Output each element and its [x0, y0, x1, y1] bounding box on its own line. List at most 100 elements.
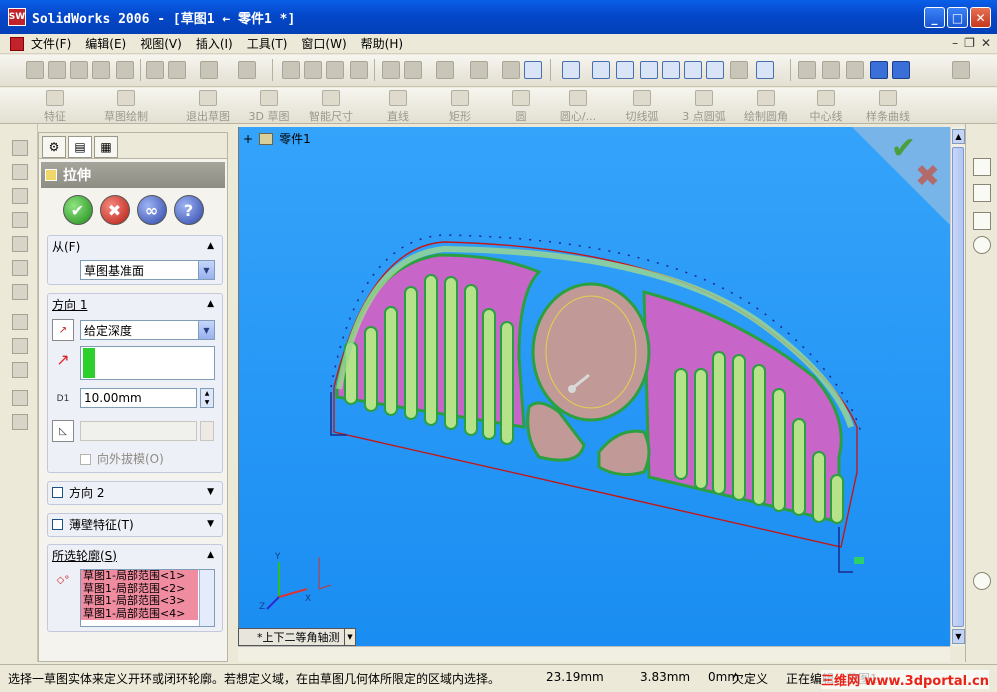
- tool-feature[interactable]: 特征: [40, 90, 70, 124]
- minimize-button[interactable]: _: [924, 7, 945, 28]
- mass-props-icon[interactable]: [470, 61, 488, 79]
- zoom-selection-icon[interactable]: [662, 61, 680, 79]
- chevron-down-icon[interactable]: ▼: [198, 261, 214, 279]
- ok-button[interactable]: ✔: [62, 195, 93, 225]
- hidden-lines-removed-icon[interactable]: [846, 61, 864, 79]
- standard-views-icon[interactable]: [756, 61, 774, 79]
- collapse-arrow-icon[interactable]: ▲: [207, 241, 214, 251]
- open-icon[interactable]: [48, 61, 66, 79]
- end-condition-select[interactable]: 给定深度 ▼: [80, 320, 215, 340]
- view-orientation-tab[interactable]: *上下二等角轴测 ▼: [238, 628, 356, 646]
- menu-insert[interactable]: 插入(I): [189, 35, 240, 52]
- options-icon[interactable]: [404, 61, 422, 79]
- fillet-icon[interactable]: [12, 284, 28, 300]
- view-orientation-icon[interactable]: [952, 61, 970, 79]
- part-model[interactable]: Y X Z: [239, 127, 950, 646]
- file-explorer-icon[interactable]: [973, 212, 991, 230]
- redo-icon[interactable]: [238, 61, 256, 79]
- selected-contours-header[interactable]: 所选轮廓(S) ▲: [48, 545, 222, 565]
- from-select[interactable]: 草图基准面 ▼: [80, 260, 215, 280]
- tool-line[interactable]: 直线: [380, 90, 416, 124]
- shaded-icon[interactable]: [892, 61, 910, 79]
- help-icon[interactable]: [524, 61, 542, 79]
- cancel-button[interactable]: ✖: [99, 195, 130, 225]
- menu-view[interactable]: 视图(V): [133, 35, 189, 52]
- tool-tangent-arc[interactable]: 切线弧: [620, 90, 664, 124]
- 3d-icon[interactable]: [116, 61, 134, 79]
- menu-tools[interactable]: 工具(T): [240, 35, 295, 52]
- scroll-down-icon[interactable]: ▼: [952, 629, 965, 644]
- collapse-pane-icon[interactable]: [973, 236, 991, 254]
- tool-3point-arc[interactable]: 3 点圆弧: [676, 90, 732, 124]
- doc-minimize-icon[interactable]: –: [952, 36, 958, 50]
- pan-icon[interactable]: [706, 61, 724, 79]
- revolve-icon[interactable]: [12, 164, 28, 180]
- close-button[interactable]: ✕: [970, 7, 991, 28]
- collapse-arrow-icon[interactable]: ▲: [207, 550, 214, 560]
- cut-icon[interactable]: [146, 61, 164, 79]
- cut-revolve-icon[interactable]: [12, 260, 28, 276]
- reverse-direction-icon[interactable]: ↗: [52, 319, 74, 341]
- zoom-fit-icon[interactable]: [592, 61, 610, 79]
- thin-feature-group[interactable]: 薄壁特征(T) ▼: [47, 513, 223, 537]
- zoom-area-icon[interactable]: [616, 61, 634, 79]
- point-icon[interactable]: [12, 362, 28, 378]
- undo-icon[interactable]: [200, 61, 218, 79]
- list-scrollbar[interactable]: [199, 570, 214, 626]
- tool-circle[interactable]: 圆: [506, 90, 536, 124]
- previous-view-icon[interactable]: [730, 61, 748, 79]
- document-icon[interactable]: [10, 36, 24, 51]
- select-icon[interactable]: [282, 61, 300, 79]
- sketch-tool-icon[interactable]: [326, 61, 344, 79]
- menu-window[interactable]: 窗口(W): [294, 35, 353, 52]
- hidden-lines-visible-icon[interactable]: [822, 61, 840, 79]
- direction-vector-field[interactable]: [80, 346, 215, 380]
- solidworks-resources-icon[interactable]: [973, 158, 991, 176]
- horizontal-scrollbar[interactable]: [238, 646, 950, 662]
- list-item[interactable]: 草图1-局部范围<4>: [81, 607, 198, 620]
- cut-extrude-icon[interactable]: [12, 236, 28, 252]
- tool-3d-sketch[interactable]: 3D 草图: [244, 90, 294, 124]
- reference-axis-icon[interactable]: [12, 338, 28, 354]
- feature-manager-tab-icon[interactable]: ⚙: [42, 136, 66, 158]
- menu-help[interactable]: 帮助(H): [354, 35, 410, 52]
- direction2-group[interactable]: 方向 2 ▼: [47, 481, 223, 505]
- pattern-icon[interactable]: [12, 414, 28, 430]
- direction1-group-header[interactable]: 方向 1 ▲: [48, 294, 222, 314]
- copy-icon[interactable]: [168, 61, 186, 79]
- print-icon[interactable]: [92, 61, 110, 79]
- zoom-inout-icon[interactable]: [640, 61, 658, 79]
- draft-icon[interactable]: ◺: [52, 420, 74, 442]
- help-button[interactable]: ?: [173, 195, 204, 225]
- tool-exit-sketch[interactable]: 退出草图: [180, 90, 236, 124]
- library-icon[interactable]: [502, 61, 520, 79]
- tool-smart-dimension[interactable]: 智能尺寸: [302, 90, 360, 124]
- save-icon[interactable]: [70, 61, 88, 79]
- from-group-header[interactable]: 从(F) ▲: [48, 236, 222, 256]
- new-icon[interactable]: [26, 61, 44, 79]
- contours-listbox[interactable]: 草图1-局部范围<1> 草图1-局部范围<2> 草图1-局部范围<3> 草图1-…: [80, 569, 215, 627]
- doc-close-icon[interactable]: ✕: [981, 36, 991, 50]
- graphics-area[interactable]: + 零件1 ✔ ✖ Y X Z: [238, 127, 950, 646]
- thin-feature-checkbox[interactable]: [52, 518, 63, 530]
- expand-arrow-icon[interactable]: ▼: [207, 519, 214, 529]
- tool-centerline[interactable]: 中心线: [804, 90, 848, 124]
- wireframe-icon[interactable]: [798, 61, 816, 79]
- vertical-scrollbar[interactable]: ▲ ▼: [950, 127, 965, 646]
- shell-icon[interactable]: [12, 390, 28, 406]
- menu-file[interactable]: 文件(F): [24, 35, 78, 52]
- sweep-icon[interactable]: [12, 188, 28, 204]
- depth-spinner[interactable]: ▲ ▼: [200, 388, 214, 408]
- property-manager-tab-icon[interactable]: ▤: [68, 136, 92, 158]
- design-library-icon[interactable]: [973, 184, 991, 202]
- filter-icon[interactable]: [304, 61, 322, 79]
- tool-centerpoint-arc[interactable]: 圆心/...: [552, 90, 604, 124]
- tool-sketch[interactable]: 草图绘制: [96, 90, 156, 124]
- configuration-manager-tab-icon[interactable]: ▦: [94, 136, 118, 158]
- collapse-arrow-icon[interactable]: ▲: [207, 299, 214, 309]
- rebuild-icon[interactable]: [350, 61, 368, 79]
- measure-icon[interactable]: [436, 61, 454, 79]
- maximize-button[interactable]: □: [947, 7, 968, 28]
- expand-pane-icon[interactable]: [973, 572, 991, 590]
- doc-restore-icon[interactable]: ❐: [964, 36, 975, 50]
